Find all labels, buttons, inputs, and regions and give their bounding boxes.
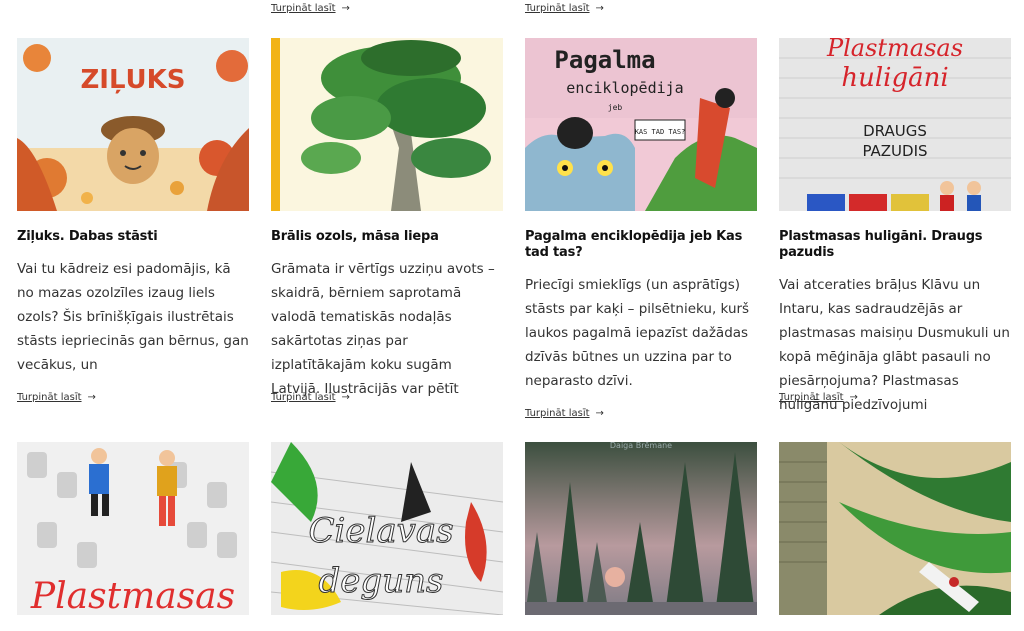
book-excerpt: Priecīgi smieklīgs (un asprātīgs) stāsts…	[525, 277, 750, 389]
read-more-link[interactable]: Turpināt lasīt →	[271, 392, 350, 403]
book-cover-plastmasas[interactable]: Plastmasas	[17, 442, 249, 615]
read-more-link[interactable]: Turpināt lasīt →	[17, 392, 96, 403]
read-more-link-prev-3[interactable]: Turpināt lasīt →	[525, 3, 604, 14]
book-cover-cielavas-deguns[interactable]: Cielavas deguns	[271, 442, 503, 615]
svg-text:PAZUDIS: PAZUDIS	[862, 142, 927, 160]
svg-text:enciklopēdija: enciklopēdija	[566, 79, 683, 97]
book-cover-bralis-ozols[interactable]	[271, 38, 503, 211]
book-title[interactable]: Pagalma enciklopēdija jeb Kas tad tas?	[525, 229, 757, 261]
book-cover-forest[interactable]: Daiga Brēmane	[525, 442, 757, 615]
svg-text:Plastmasas: Plastmasas	[826, 38, 963, 62]
book-cover-pagalma-enciklopedija[interactable]: Pagalma enciklopēdija jeb KAS TAD TAS?	[525, 38, 757, 211]
book-excerpt: Grāmata ir vērtīgs uzziņu avots – skaidr…	[271, 261, 495, 397]
svg-text:jeb: jeb	[608, 103, 623, 112]
svg-text:huligāni: huligāni	[841, 63, 948, 93]
svg-text:Daiga Brēmane: Daiga Brēmane	[610, 442, 672, 450]
book-title[interactable]: Brālis ozols, māsa liepa	[271, 229, 503, 245]
svg-text:deguns: deguns	[319, 561, 444, 601]
book-title[interactable]: Ziļuks. Dabas stāsti	[17, 229, 249, 245]
svg-text:DRAUGS: DRAUGS	[863, 122, 927, 140]
svg-text:Plastmasas: Plastmasas	[30, 576, 235, 615]
book-title[interactable]: Plastmasas huligāni. Draugs pazudis	[779, 229, 1011, 261]
svg-text:Cielavas: Cielavas	[308, 511, 453, 551]
svg-text:Pagalma: Pagalma	[554, 46, 655, 74]
svg-text:ZIĻUKS: ZIĻUKS	[80, 65, 185, 95]
book-cover-plastmasas-huligani[interactable]: Plastmasas huligāni DRAUGS PAZUDIS	[779, 38, 1011, 211]
book-card: Brālis ozols, māsa liepa Grāmata ir vērt…	[271, 38, 503, 403]
book-excerpt: Vai tu kādreiz esi padomājis, kā no maza…	[17, 261, 249, 373]
book-card: ZIĻUKS Ziļuks. Dabas stāsti Vai tu kādre…	[17, 38, 249, 403]
read-more-link[interactable]: Turpināt lasīt →	[779, 392, 858, 403]
svg-text:KAS TAD TAS?: KAS TAD TAS?	[635, 128, 686, 136]
book-cover-green-leaves[interactable]	[779, 442, 1011, 615]
read-more-link[interactable]: Turpināt lasīt →	[525, 408, 604, 419]
book-card: Plastmasas huligāni DRAUGS PAZUDIS Plast…	[779, 38, 1011, 417]
book-cover-ziluks[interactable]: ZIĻUKS	[17, 38, 249, 211]
read-more-link-prev-2[interactable]: Turpināt lasīt →	[271, 3, 350, 14]
book-card: Pagalma enciklopēdija jeb KAS TAD TAS? P…	[525, 38, 757, 419]
